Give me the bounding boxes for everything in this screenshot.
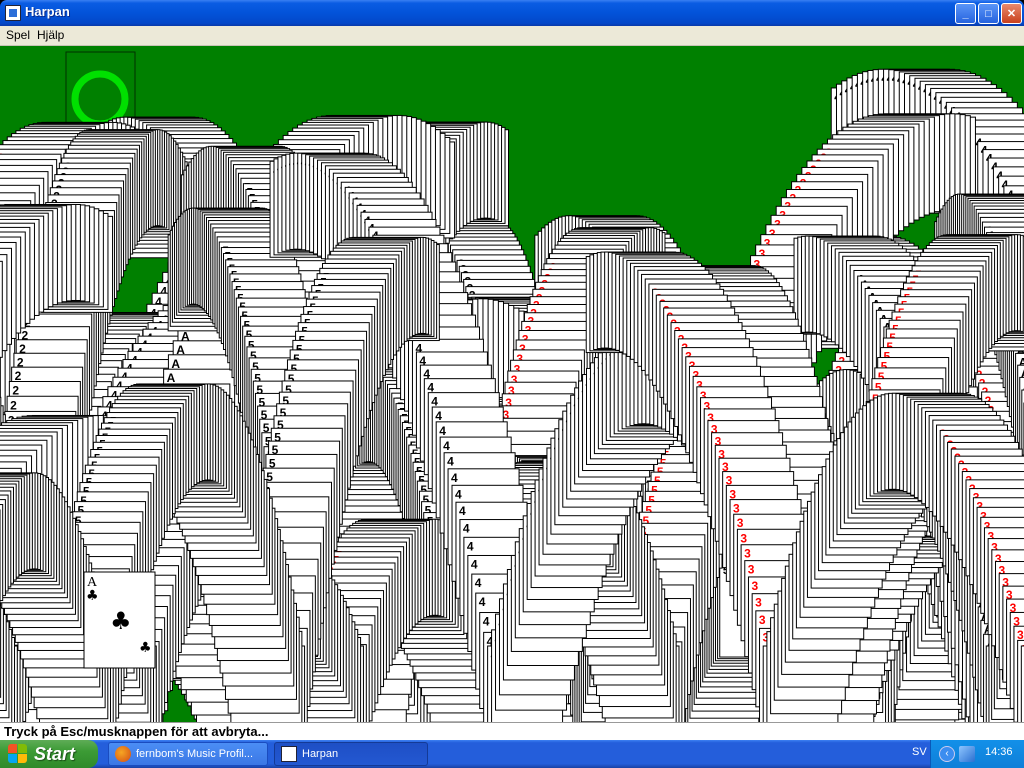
solitaire-icon[interactable] xyxy=(5,5,21,21)
game-area[interactable]: 3333333333333333333333333333333333333333… xyxy=(0,46,1024,722)
title-bar[interactable]: Harpan _ □ ✕ xyxy=(0,0,1024,26)
network-icon[interactable] xyxy=(959,746,975,762)
playing-card-ace-of-clubs: A♣♣♣ xyxy=(83,571,156,669)
clock[interactable]: 14:36 xyxy=(985,746,1013,758)
status-bar: Tryck på Esc/musknappen för att avbryta.… xyxy=(0,722,1024,740)
start-button[interactable]: Start xyxy=(0,740,98,768)
system-tray: ‹ 14:36 xyxy=(930,740,1024,768)
taskbar: Start fernbom's Music Profil... Harpan S… xyxy=(0,740,1024,768)
maximize-button[interactable]: □ xyxy=(978,3,999,24)
language-indicator[interactable]: SV xyxy=(912,746,927,758)
svg-text:A: A xyxy=(167,371,176,385)
taskbar-item-label: Harpan xyxy=(302,748,338,760)
close-button[interactable]: ✕ xyxy=(1001,3,1022,24)
svg-text:2: 2 xyxy=(10,398,17,412)
taskbar-item-firefox[interactable]: fernbom's Music Profil... xyxy=(108,742,268,766)
menu-bar: Spel Hjälp xyxy=(0,26,1024,46)
window-title: Harpan xyxy=(25,4,70,19)
solitaire-icon xyxy=(281,746,297,762)
menu-spel[interactable]: Spel xyxy=(6,28,30,42)
menu-hjalp[interactable]: Hjälp xyxy=(37,28,64,42)
svg-text:2: 2 xyxy=(12,384,19,398)
show-hidden-icons-icon[interactable]: ‹ xyxy=(939,746,955,762)
firefox-icon xyxy=(115,746,131,762)
minimize-button[interactable]: _ xyxy=(955,3,976,24)
taskbar-item-harpan[interactable]: Harpan xyxy=(274,742,428,766)
windows-logo-icon xyxy=(8,744,28,764)
start-label: Start xyxy=(34,744,75,765)
status-text: Tryck på Esc/musknappen för att avbryta.… xyxy=(4,724,268,739)
taskbar-item-label: fernbom's Music Profil... xyxy=(136,748,253,760)
win-animation: 3333333333333333333333333333333333333333… xyxy=(0,51,1024,722)
